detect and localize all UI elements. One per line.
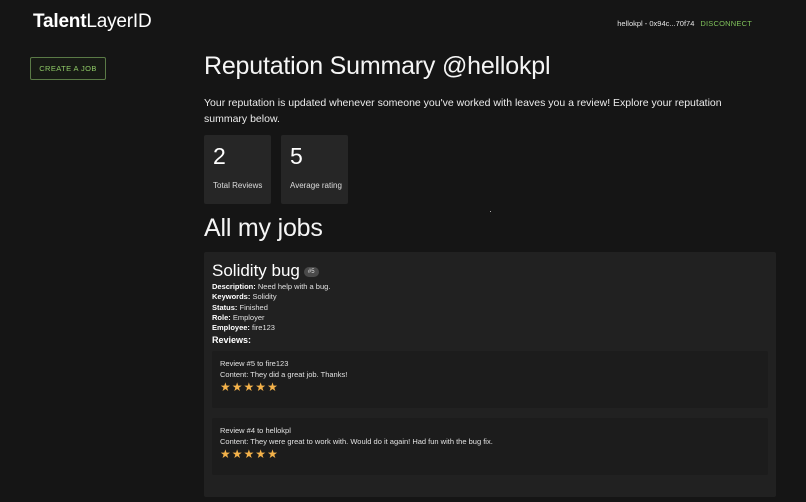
review-card: Review #5 to fire123 Content: They did a… bbox=[212, 351, 768, 409]
status-value: Finished bbox=[239, 302, 268, 312]
job-meta: Description: Need help with a bug. Keywo… bbox=[212, 282, 768, 333]
star-icon: ★ bbox=[220, 447, 231, 462]
logo-bold-text: Talent bbox=[33, 11, 87, 32]
job-id-badge: #5 bbox=[303, 267, 319, 277]
stats-row: 2 Total Reviews 5 Average rating bbox=[204, 135, 776, 204]
star-icon: ★ bbox=[255, 447, 267, 462]
review-content: Content: They were great to work with. W… bbox=[220, 436, 493, 446]
account-address: hellokpl - 0x94c...70f74 bbox=[617, 19, 695, 28]
intro-text: Your reputation is updated whenever some… bbox=[204, 97, 722, 125]
star-icon: ★ bbox=[267, 447, 278, 462]
description-value: Need help with a bug. bbox=[257, 282, 331, 291]
employee-value: fire123 bbox=[252, 323, 275, 333]
employee-label: Employee: bbox=[212, 323, 250, 333]
page-title: Reputation Summary @hellokpl bbox=[204, 52, 551, 80]
stat-label: Average rating bbox=[290, 181, 342, 190]
keywords-value: Solidity bbox=[252, 292, 277, 302]
star-icon: ★ bbox=[231, 380, 243, 395]
job-title-row: Solidity bug #5 bbox=[212, 261, 768, 281]
star-icon: ★ bbox=[243, 447, 255, 462]
stat-average-rating: 5 Average rating bbox=[281, 135, 348, 204]
account-bar: hellokpl - 0x94c...70f74 DISCONNECT bbox=[617, 19, 752, 28]
stat-label: Total Reviews bbox=[213, 181, 263, 190]
review-heading: Review #4 to hellokpl bbox=[220, 426, 291, 436]
review-heading: Review #5 to fire123 bbox=[220, 359, 289, 369]
star-icon: ★ bbox=[231, 447, 243, 462]
job-keywords: Keywords: Solidity bbox=[212, 292, 768, 302]
job-card: Solidity bug #5 Description: Need help w… bbox=[204, 252, 776, 497]
page: TalentLayerID hellokpl - 0x94c...70f74 D… bbox=[0, 0, 806, 502]
star-rating: ★ ★ ★ ★ ★ bbox=[220, 448, 760, 460]
job-title: Solidity bug bbox=[212, 261, 300, 280]
status-label: Status: bbox=[212, 302, 238, 312]
job-description: Description: Need help with a bug. bbox=[212, 282, 768, 292]
app-logo[interactable]: TalentLayerID bbox=[33, 11, 152, 33]
job-role: Role: Employer bbox=[212, 313, 768, 323]
reviews-heading: Reviews: bbox=[212, 335, 252, 346]
logo-light-text: LayerID bbox=[86, 11, 152, 32]
main-content: Reputation Summary @hellokpl Your reputa… bbox=[204, 52, 776, 497]
stat-value: 5 bbox=[290, 143, 303, 169]
stat-total-reviews: 2 Total Reviews bbox=[204, 135, 271, 204]
keywords-label: Keywords: bbox=[212, 292, 251, 302]
role-label: Role: bbox=[212, 312, 231, 322]
disconnect-button[interactable]: DISCONNECT bbox=[700, 19, 752, 28]
job-employee: Employee: fire123 bbox=[212, 323, 768, 333]
review-card: Review #4 to hellokpl Content: They were… bbox=[212, 418, 768, 476]
role-value: Employer bbox=[232, 312, 265, 322]
star-icon: ★ bbox=[220, 380, 231, 395]
stat-value: 2 bbox=[213, 143, 226, 169]
create-job-button[interactable]: CREATE A JOB bbox=[30, 57, 106, 80]
review-content: Content: They did a great job. Thanks! bbox=[220, 369, 348, 379]
star-icon: ★ bbox=[243, 380, 255, 395]
star-icon: ★ bbox=[255, 380, 267, 395]
star-rating: ★ ★ ★ ★ ★ bbox=[220, 381, 760, 393]
description-label: Description: bbox=[212, 282, 256, 291]
job-status: Status: Finished bbox=[212, 303, 768, 313]
jobs-section-title: All my jobs bbox=[204, 214, 323, 242]
star-icon: ★ bbox=[267, 380, 278, 395]
